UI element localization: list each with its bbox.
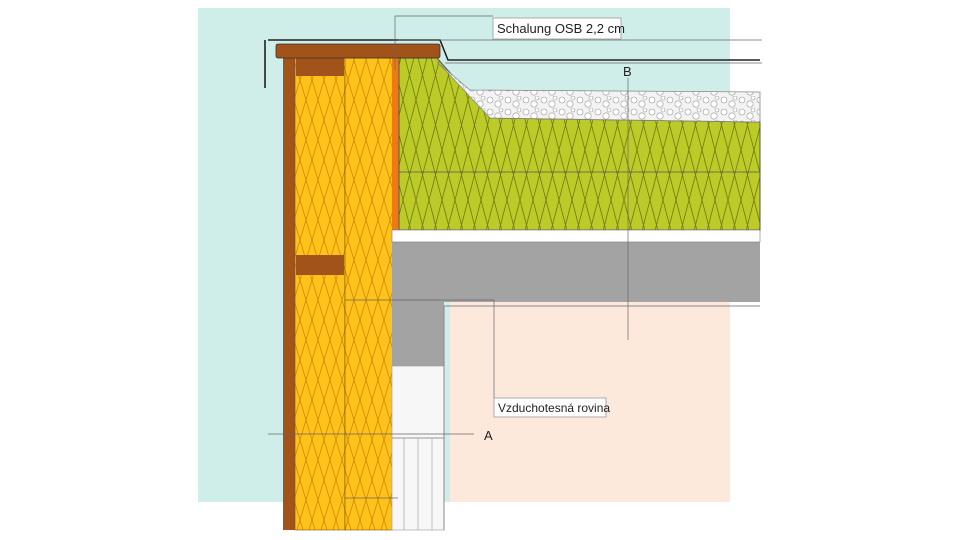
marker-b: B: [623, 64, 632, 79]
outer-timber-board: [283, 58, 295, 530]
roof-parapet-detail-drawing: Schalung OSB 2,2 cm Vzduchotesná rovina …: [198, 8, 762, 531]
wall-insulation-inner: [344, 57, 394, 531]
osb-board: [392, 58, 399, 242]
wall-insulation-outer: [294, 57, 346, 531]
ceiling-slab: [392, 242, 760, 302]
sheathing-label: Schalung OSB 2,2 cm: [497, 21, 625, 36]
slab-column: [392, 302, 444, 366]
marker-a: A: [484, 428, 493, 443]
parapet-cap-board: [275, 43, 441, 59]
timber-stud-top: [296, 56, 344, 76]
slab-edge-strip: [391, 229, 761, 243]
airtight-plane-label: Vzduchotesná rovina: [498, 401, 610, 415]
timber-stud-middle: [296, 255, 344, 275]
